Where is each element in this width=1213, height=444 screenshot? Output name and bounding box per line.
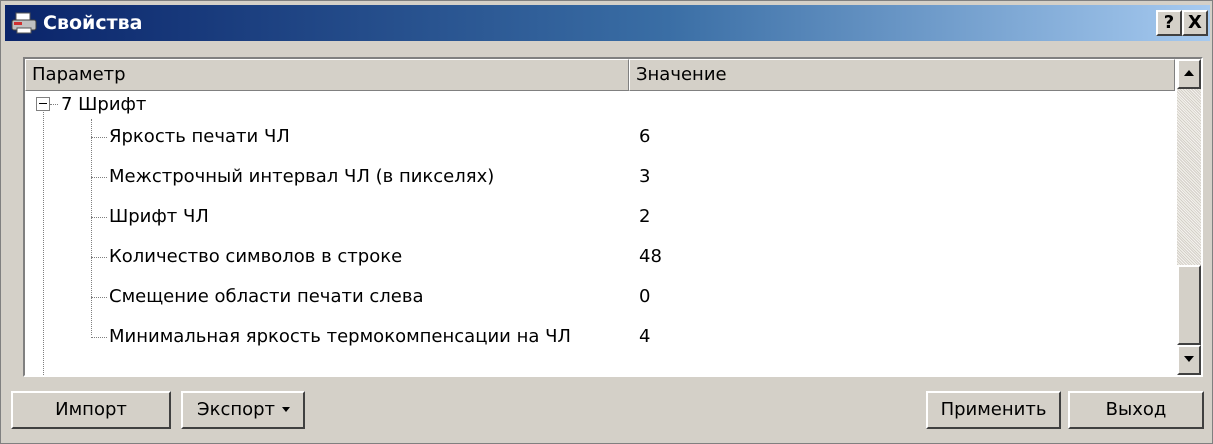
grid-header: Параметр Значение xyxy=(25,59,1175,91)
tree-connector xyxy=(91,297,107,298)
vertical-scrollbar[interactable] xyxy=(1177,59,1201,375)
scrollbar-thumb[interactable] xyxy=(1177,265,1201,345)
printer-icon xyxy=(11,12,37,34)
tree-connector xyxy=(91,177,107,178)
property-value[interactable]: 6 xyxy=(639,119,650,155)
arrow-up-icon xyxy=(1184,70,1194,76)
property-row[interactable]: Смещение области печати слева 0 xyxy=(25,279,1175,319)
tree-connector xyxy=(91,217,107,218)
property-name: Количество символов в строке xyxy=(109,246,403,267)
column-header-param[interactable]: Параметр xyxy=(25,59,629,91)
property-value[interactable]: 4 xyxy=(639,319,650,355)
scroll-up-button[interactable] xyxy=(1177,59,1201,89)
category-row[interactable]: 7 Шрифт xyxy=(25,91,1175,119)
title-bar[interactable]: Свойства ? X xyxy=(5,5,1210,41)
dropdown-arrow-icon xyxy=(282,407,290,412)
window-title: Свойства xyxy=(43,12,143,34)
grid-rows: 7 Шрифт Яркость печати ЧЛ 6 Межстрочный … xyxy=(25,91,1175,375)
tree-connector xyxy=(91,337,107,338)
collapse-toggle-icon[interactable] xyxy=(36,97,50,111)
scroll-down-button[interactable] xyxy=(1177,345,1201,375)
help-button[interactable]: ? xyxy=(1156,10,1182,36)
export-button[interactable]: Экспорт xyxy=(181,391,305,429)
export-button-label: Экспорт xyxy=(197,399,276,420)
property-name: Смещение области печати слева xyxy=(109,286,424,307)
properties-window: Свойства ? X Параметр Значение 7 Шрифт Я… xyxy=(0,0,1213,444)
property-row[interactable]: Яркость печати ЧЛ 6 xyxy=(25,119,1175,159)
exit-button[interactable]: Выход xyxy=(1068,391,1204,429)
tree-connector xyxy=(91,137,107,138)
property-row[interactable]: Шрифт ЧЛ 2 xyxy=(25,199,1175,239)
property-value[interactable]: 0 xyxy=(639,279,650,315)
property-row[interactable]: Минимальная яркость термокомпенсации на … xyxy=(25,319,1175,359)
property-row[interactable]: Межстрочный интервал ЧЛ (в пикселях) 3 xyxy=(25,159,1175,199)
property-name: Яркость печати ЧЛ xyxy=(109,126,290,147)
properties-grid[interactable]: Параметр Значение 7 Шрифт Яркость печати… xyxy=(23,57,1203,377)
property-name: Межстрочный интервал ЧЛ (в пикселях) xyxy=(109,166,495,187)
property-value[interactable]: 48 xyxy=(639,239,662,275)
close-button[interactable]: X xyxy=(1182,10,1208,36)
property-row[interactable]: Количество символов в строке 48 xyxy=(25,239,1175,279)
tree-connector xyxy=(91,257,107,258)
import-button[interactable]: Импорт xyxy=(11,391,171,429)
category-label: 7 Шрифт xyxy=(61,94,147,115)
property-name: Шрифт ЧЛ xyxy=(109,206,209,227)
tree-connector xyxy=(50,104,58,105)
column-header-value[interactable]: Значение xyxy=(629,59,1175,91)
property-name: Минимальная яркость термокомпенсации на … xyxy=(109,326,571,347)
property-value[interactable]: 2 xyxy=(639,199,650,235)
property-value[interactable]: 3 xyxy=(639,159,650,195)
apply-button[interactable]: Применить xyxy=(926,391,1061,429)
arrow-down-icon xyxy=(1184,356,1194,362)
